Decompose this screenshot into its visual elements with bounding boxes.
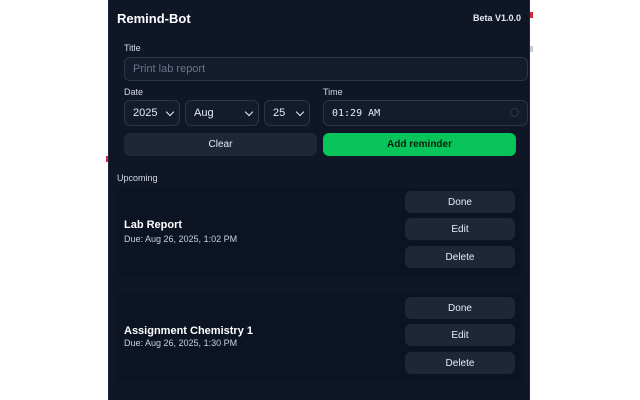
- reminder-card: Assignment Chemistry 1 Due: Aug 26, 2025…: [117, 294, 523, 382]
- clock-icon[interactable]: [510, 108, 519, 117]
- day-select[interactable]: 25: [264, 100, 310, 126]
- chevron-down-icon: [165, 107, 175, 117]
- done-button[interactable]: Done: [405, 297, 515, 319]
- chevron-down-icon: [244, 107, 254, 117]
- done-button-label: Done: [448, 196, 472, 208]
- add-reminder-button[interactable]: Add reminder: [323, 133, 516, 156]
- clear-button[interactable]: Clear: [124, 133, 317, 156]
- day-value: 25: [273, 107, 286, 119]
- version-badge: Beta V1.0.0: [472, 13, 521, 23]
- done-button[interactable]: Done: [405, 191, 515, 213]
- reminder-card: Lab Report Due: Aug 26, 2025, 1:02 PM Do…: [117, 188, 523, 276]
- delete-button[interactable]: Delete: [405, 246, 515, 268]
- month-value: Aug: [194, 107, 214, 119]
- title-placeholder: Print lab report: [133, 63, 206, 75]
- reminder-due: Due: Aug 26, 2025, 1:30 PM: [124, 338, 238, 348]
- reminder-due: Due: Aug 26, 2025, 1:02 PM: [124, 234, 238, 244]
- delete-button-label: Delete: [445, 357, 475, 369]
- reminder-title: Assignment Chemistry 1: [124, 325, 253, 337]
- chevron-down-icon: [295, 107, 305, 117]
- edit-button-label: Edit: [451, 223, 469, 235]
- clear-button-label: Clear: [208, 139, 233, 150]
- delete-button[interactable]: Delete: [405, 352, 515, 374]
- time-label: Time: [323, 87, 343, 97]
- time-input[interactable]: 01:29 AM: [323, 100, 528, 126]
- year-select[interactable]: 2025: [124, 100, 180, 126]
- backdrop-marker: [530, 12, 533, 18]
- year-value: 2025: [133, 107, 158, 119]
- edit-button[interactable]: Edit: [405, 218, 515, 240]
- date-label: Date: [124, 87, 144, 97]
- upcoming-label: Upcoming: [117, 173, 158, 183]
- add-reminder-button-label: Add reminder: [386, 139, 452, 150]
- reminder-title: Lab Report: [124, 219, 183, 231]
- edit-button[interactable]: Edit: [405, 324, 515, 346]
- title-label: Title: [124, 43, 141, 53]
- time-value: 01:29 AM: [332, 107, 381, 119]
- month-select[interactable]: Aug: [185, 100, 259, 126]
- backdrop-marker: [530, 46, 533, 52]
- remind-bot-popup: Remind-Bot Beta V1.0.0 Title Print lab r…: [108, 0, 530, 400]
- delete-button-label: Delete: [445, 251, 475, 263]
- title-input[interactable]: Print lab report: [124, 57, 528, 81]
- app-title: Remind-Bot: [117, 10, 191, 26]
- done-button-label: Done: [448, 302, 472, 314]
- edit-button-label: Edit: [451, 329, 469, 341]
- header: Remind-Bot Beta V1.0.0: [117, 8, 521, 28]
